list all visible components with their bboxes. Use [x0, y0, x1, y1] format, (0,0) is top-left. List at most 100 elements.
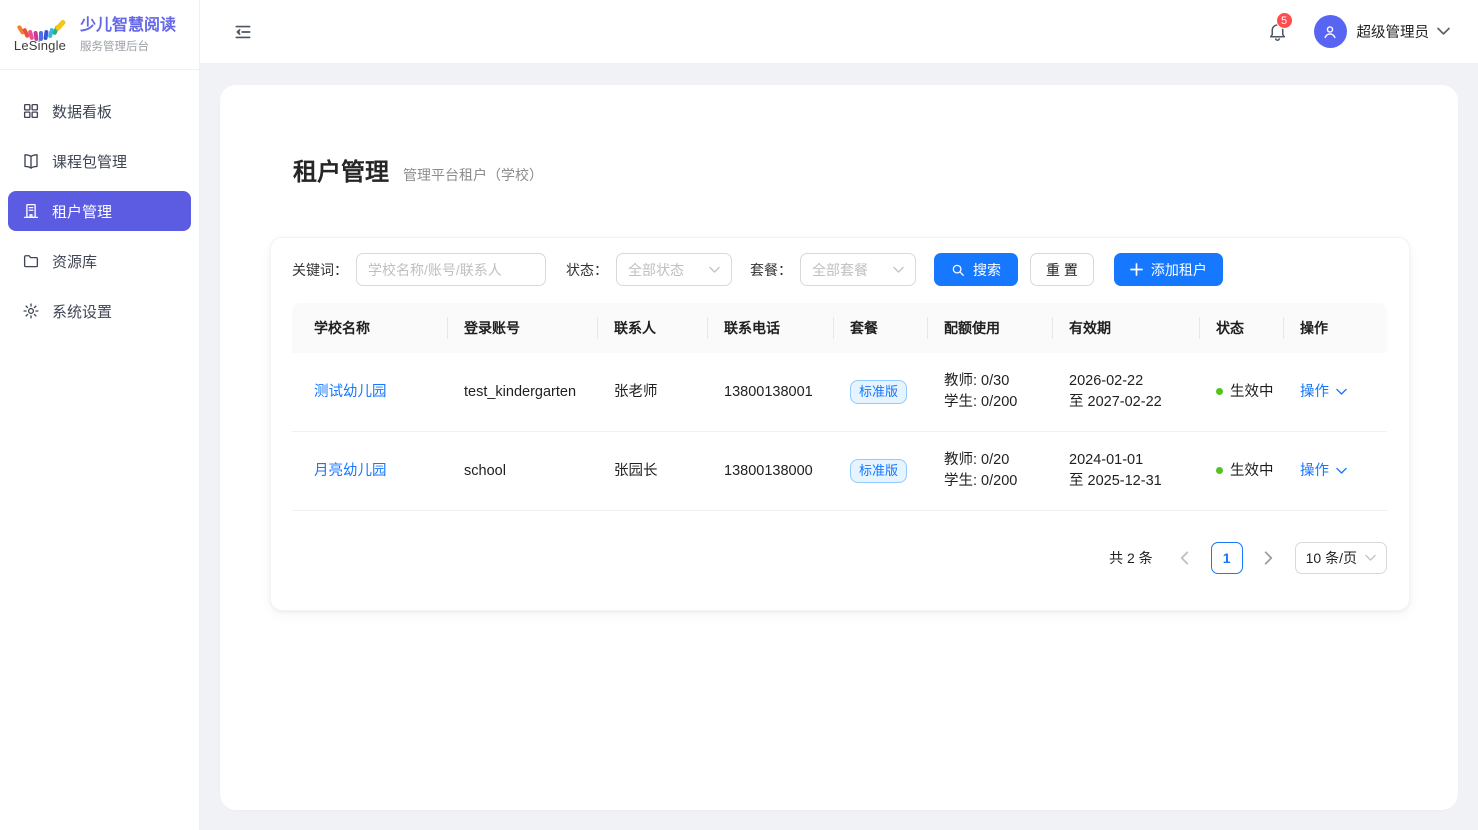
col-validity: 有效期 — [1053, 303, 1200, 353]
folder-icon — [22, 252, 40, 270]
account-cell: test_kindergarten — [448, 353, 598, 432]
status-badge: 生效中 — [1230, 384, 1274, 400]
account-cell: school — [448, 432, 598, 511]
col-account: 登录账号 — [448, 303, 598, 353]
brand-text: 少儿智慧阅读 服务管理后台 — [80, 16, 176, 54]
pagination-total: 共 2 条 — [1109, 548, 1153, 568]
username[interactable]: 超级管理员 — [1357, 21, 1430, 42]
col-contact: 联系人 — [598, 303, 708, 353]
search-button[interactable]: 搜索 — [934, 253, 1018, 286]
table-row: 月亮幼儿园 school 张园长 13800138000 标准版 教师: 0/2… — [292, 432, 1387, 511]
plan-label: 套餐： — [750, 260, 792, 280]
brand-title: 少儿智慧阅读 — [80, 16, 176, 36]
sidebar-item-resources[interactable]: 资源库 — [8, 241, 191, 281]
main-content: 租户管理 管理平台租户（学校） 关键词： 状态： 全部状态 套餐： — [200, 64, 1478, 830]
table-row: 测试幼儿园 test_kindergarten 张老师 13800138001 … — [292, 353, 1387, 432]
notification-count-badge: 5 — [1276, 12, 1293, 29]
gear-icon — [22, 302, 40, 320]
sidebar: LeSingle 少儿智慧阅读 服务管理后台 数据看板 课程包管理 — [0, 0, 200, 830]
sidebar-menu: 数据看板 课程包管理 租户管理 资源库 — [0, 70, 199, 331]
book-icon — [22, 152, 40, 170]
brand-subtitle: 服务管理后台 — [80, 38, 176, 54]
col-status: 状态 — [1200, 303, 1284, 353]
status-select-value: 全部状态 — [628, 260, 684, 280]
sidebar-collapse-icon[interactable] — [233, 22, 253, 42]
sidebar-item-label: 资源库 — [52, 251, 97, 272]
quota-cell: 教师: 0/20 学生: 0/200 — [928, 432, 1053, 511]
keyword-input[interactable] — [356, 253, 546, 286]
avatar[interactable] — [1314, 15, 1347, 48]
app-root: LeSingle 少儿智慧阅读 服务管理后台 数据看板 课程包管理 — [0, 0, 1478, 830]
col-actions: 操作 — [1284, 303, 1387, 353]
contact-cell: 张老师 — [598, 353, 708, 432]
status-label: 状态： — [566, 260, 608, 280]
add-tenant-button[interactable]: 添加租户 — [1114, 253, 1223, 286]
plan-badge: 标准版 — [850, 380, 907, 404]
school-link[interactable]: 测试幼儿园 — [314, 384, 387, 400]
validity-cell: 2024-01-01 至 2025-12-31 — [1053, 432, 1200, 511]
row-actions-dropdown[interactable]: 操作 — [1300, 382, 1347, 403]
page-subtitle: 管理平台租户（学校） — [403, 165, 543, 185]
sidebar-item-tenants[interactable]: 租户管理 — [8, 191, 191, 231]
plus-icon — [1130, 263, 1143, 276]
tenant-panel: 关键词： 状态： 全部状态 套餐： 全部套餐 — [270, 237, 1410, 611]
filter-bar: 关键词： 状态： 全部状态 套餐： 全部套餐 — [292, 253, 1385, 286]
plan-select-value: 全部套餐 — [812, 260, 868, 280]
search-icon — [951, 263, 965, 277]
page-size-value: 10 条/页 — [1306, 548, 1357, 568]
plan-badge: 标准版 — [850, 459, 907, 483]
status-dot — [1216, 388, 1223, 395]
content-card: 租户管理 管理平台租户（学校） 关键词： 状态： 全部状态 套餐： — [220, 85, 1458, 810]
col-phone: 联系电话 — [708, 303, 834, 353]
col-plan: 套餐 — [834, 303, 928, 353]
plan-select[interactable]: 全部套餐 — [800, 253, 916, 286]
pagination: 共 2 条 1 10 条/页 — [292, 542, 1387, 574]
chevron-down-icon — [1336, 388, 1347, 396]
phone-cell: 13800138000 — [708, 432, 834, 511]
page-size-select[interactable]: 10 条/页 — [1295, 542, 1387, 574]
school-link[interactable]: 月亮幼儿园 — [314, 463, 387, 479]
quota-cell: 教师: 0/30 学生: 0/200 — [928, 353, 1053, 432]
status-dot — [1216, 467, 1223, 474]
chevron-down-icon — [893, 266, 904, 274]
notification-bell-icon[interactable]: 5 — [1267, 21, 1288, 42]
validity-cell: 2026-02-22 至 2027-02-22 — [1053, 353, 1200, 432]
dashboard-icon — [22, 102, 40, 120]
page-title: 租户管理 — [293, 157, 389, 189]
status-cell: 生效中 — [1200, 353, 1284, 432]
topbar-right: 5 超级管理员 — [1267, 15, 1451, 48]
brand-logo-icon: LeSingle — [12, 18, 68, 52]
pagination-next-icon[interactable] — [1253, 542, 1285, 574]
sidebar-item-label: 租户管理 — [52, 201, 112, 222]
pagination-page-1[interactable]: 1 — [1211, 542, 1243, 574]
status-select[interactable]: 全部状态 — [616, 253, 732, 286]
chevron-down-icon — [1365, 554, 1376, 562]
table-header-row: 学校名称 登录账号 联系人 联系电话 套餐 配额使用 有效期 状态 操作 — [292, 303, 1387, 353]
chevron-down-icon — [1336, 467, 1347, 475]
page-header: 租户管理 管理平台租户（学校） — [293, 157, 1410, 189]
phone-cell: 13800138001 — [708, 353, 834, 432]
pagination-prev-icon[interactable] — [1169, 542, 1201, 574]
sidebar-item-course-packages[interactable]: 课程包管理 — [8, 141, 191, 181]
keyword-label: 关键词： — [292, 260, 348, 280]
chevron-down-icon — [709, 266, 720, 274]
sidebar-item-label: 课程包管理 — [52, 151, 127, 172]
sidebar-item-dashboard[interactable]: 数据看板 — [8, 91, 191, 131]
status-badge: 生效中 — [1230, 463, 1274, 479]
chevron-down-icon[interactable] — [1437, 27, 1450, 36]
tenant-table: 学校名称 登录账号 联系人 联系电话 套餐 配额使用 有效期 状态 操作 — [292, 303, 1387, 511]
building-icon — [22, 202, 40, 220]
sidebar-item-settings[interactable]: 系统设置 — [8, 291, 191, 331]
reset-button[interactable]: 重 置 — [1030, 253, 1094, 286]
col-quota: 配额使用 — [928, 303, 1053, 353]
col-school: 学校名称 — [292, 303, 448, 353]
status-cell: 生效中 — [1200, 432, 1284, 511]
row-actions-dropdown[interactable]: 操作 — [1300, 461, 1347, 482]
topbar: 5 超级管理员 — [200, 0, 1478, 64]
sidebar-item-label: 数据看板 — [52, 101, 112, 122]
logo-smile-icon — [16, 18, 64, 40]
sidebar-item-label: 系统设置 — [52, 301, 112, 322]
brand-logo-text: LeSingle — [12, 40, 68, 52]
brand-logo: LeSingle 少儿智慧阅读 服务管理后台 — [0, 0, 199, 70]
contact-cell: 张园长 — [598, 432, 708, 511]
